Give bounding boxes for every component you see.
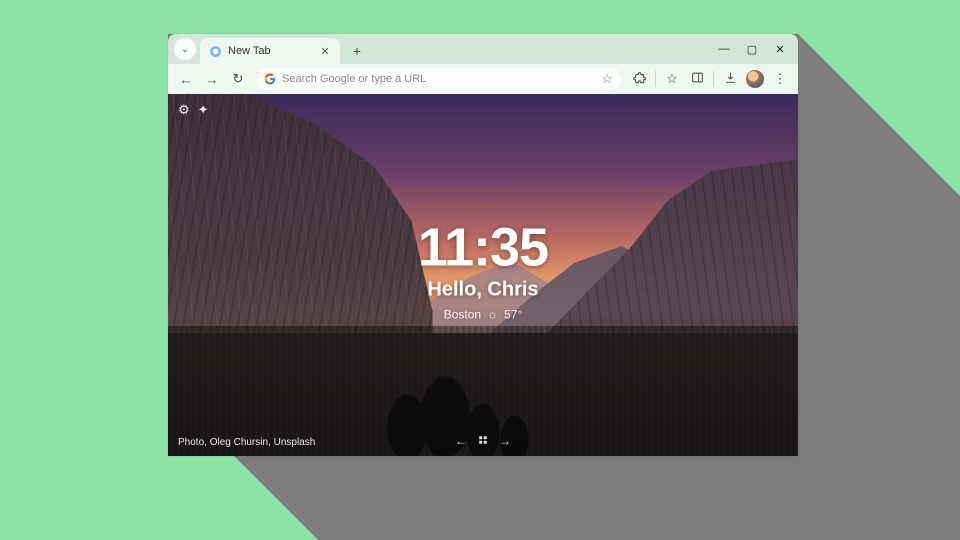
forward-button[interactable]: →: [200, 67, 224, 91]
address-input[interactable]: [282, 73, 595, 85]
wallpaper-nav: ← →: [454, 434, 512, 448]
google-icon: [264, 73, 276, 85]
kebab-icon: ⋮: [774, 71, 787, 87]
sidepanel-icon: [691, 71, 704, 87]
maximize-button[interactable]: ▢: [738, 36, 766, 62]
tab-strip: ⌄ New Tab ✕ + — ▢ ✕: [168, 34, 798, 64]
browser-tab[interactable]: New Tab ✕: [200, 38, 340, 64]
dashboard-center: 11:35 Hello, Chris Boston ☼ 57°: [168, 220, 798, 323]
newtab-favicon: [208, 44, 222, 58]
prev-wallpaper-button[interactable]: ←: [454, 434, 468, 448]
menu-button[interactable]: ⋮: [768, 67, 792, 91]
close-tab-icon[interactable]: ✕: [318, 44, 332, 58]
sparkle-icon[interactable]: ✦: [198, 102, 209, 118]
minimize-button[interactable]: —: [710, 36, 738, 62]
browser-window: ⌄ New Tab ✕ + — ▢ ✕ ← → ↻ ☆: [168, 34, 798, 456]
arrow-right-icon: →: [206, 72, 219, 87]
gear-icon[interactable]: ⚙: [178, 102, 190, 118]
reading-list-button[interactable]: [685, 67, 709, 91]
bookmark-button[interactable]: ☆: [660, 67, 684, 91]
toolbar: ← → ↻ ☆ ☆ ⋮: [168, 64, 798, 94]
clock-time: 11:35: [168, 220, 798, 274]
reload-button[interactable]: ↻: [226, 67, 250, 91]
photo-credit[interactable]: Photo, Oleg Chursin, Unsplash: [178, 437, 315, 448]
sun-icon: ☼: [487, 307, 498, 321]
profile-button[interactable]: [743, 67, 767, 91]
window-controls: — ▢ ✕: [710, 34, 794, 64]
close-icon: ✕: [775, 43, 784, 56]
puzzle-icon: [632, 71, 646, 88]
greeting-text: Hello, Chris: [168, 278, 798, 301]
omnibox[interactable]: ☆: [256, 68, 621, 90]
weather-widget[interactable]: Boston ☼ 57°: [444, 307, 523, 321]
extensions-button[interactable]: [627, 67, 651, 91]
star-outline-icon[interactable]: ☆: [601, 71, 613, 87]
page-content: ⚙ ✦ 11:35 Hello, Chris Boston ☼ 57° Phot…: [168, 94, 798, 456]
plus-icon: +: [353, 43, 361, 59]
new-tab-button[interactable]: +: [346, 40, 368, 62]
downloads-button[interactable]: [718, 67, 742, 91]
page-top-icons: ⚙ ✦: [178, 102, 209, 118]
toolbar-separator: [713, 71, 714, 87]
back-button[interactable]: ←: [174, 67, 198, 91]
wallpaper-grid-button[interactable]: [476, 434, 490, 448]
reload-icon: ↻: [233, 71, 244, 87]
minimize-icon: —: [719, 43, 730, 55]
weather-location: Boston: [444, 307, 481, 321]
arrow-left-icon: ←: [180, 72, 193, 87]
star-icon: ☆: [666, 71, 678, 87]
toolbar-separator: [655, 71, 656, 87]
chevron-down-icon: ⌄: [181, 44, 189, 55]
weather-temp: 57°: [504, 307, 522, 321]
tab-title: New Tab: [228, 45, 271, 57]
close-window-button[interactable]: ✕: [766, 36, 794, 62]
search-tabs-dropdown[interactable]: ⌄: [174, 38, 196, 60]
maximize-icon: ▢: [747, 43, 757, 56]
next-wallpaper-button[interactable]: →: [498, 434, 512, 448]
avatar: [746, 70, 764, 88]
download-icon: [724, 71, 737, 87]
